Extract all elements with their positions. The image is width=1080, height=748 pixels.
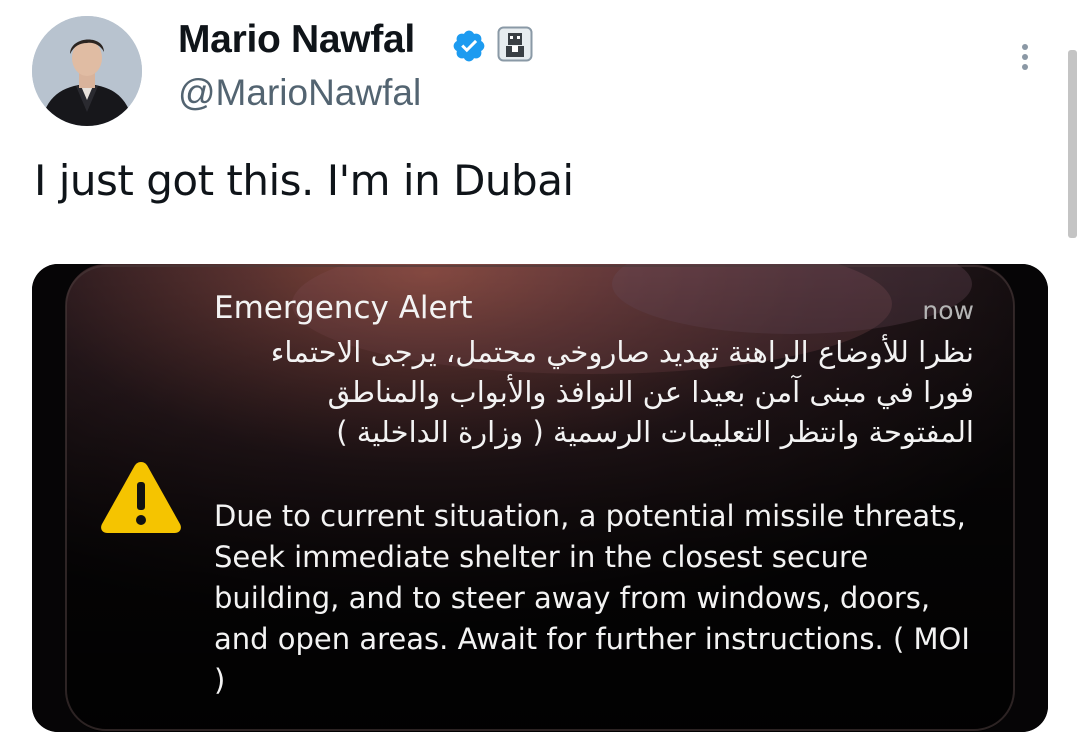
avatar[interactable] xyxy=(32,16,142,126)
verified-badge-icon xyxy=(453,30,485,62)
warning-triangle-icon xyxy=(101,462,181,533)
author-display-name[interactable]: Mario Nawfal xyxy=(178,18,415,62)
alert-time: now xyxy=(922,296,974,325)
scrollbar[interactable] xyxy=(1068,50,1077,238)
author-handle[interactable]: @MarioNawfal xyxy=(178,72,421,114)
tweet-media-image[interactable]: Emergency Alert now نظرا للأوضاع الراهنة… xyxy=(32,264,1048,732)
alert-title: Emergency Alert xyxy=(214,290,473,326)
more-dot xyxy=(1022,64,1028,70)
affiliate-badge-icon[interactable] xyxy=(497,26,533,62)
tweet-text: I just got this. I'm in Dubai xyxy=(34,156,574,205)
more-options-button[interactable] xyxy=(1008,40,1042,80)
alert-message-arabic: نظرا للأوضاع الراهنة تهديد صاروخي محتمل،… xyxy=(270,335,974,449)
alert-message-english: Due to current situation, a potential mi… xyxy=(214,499,970,697)
more-vertical-icon xyxy=(1022,44,1028,50)
tweet: Mario Nawfal @MarioNawfal I just got thi… xyxy=(0,0,1080,748)
more-dot xyxy=(1022,54,1028,60)
